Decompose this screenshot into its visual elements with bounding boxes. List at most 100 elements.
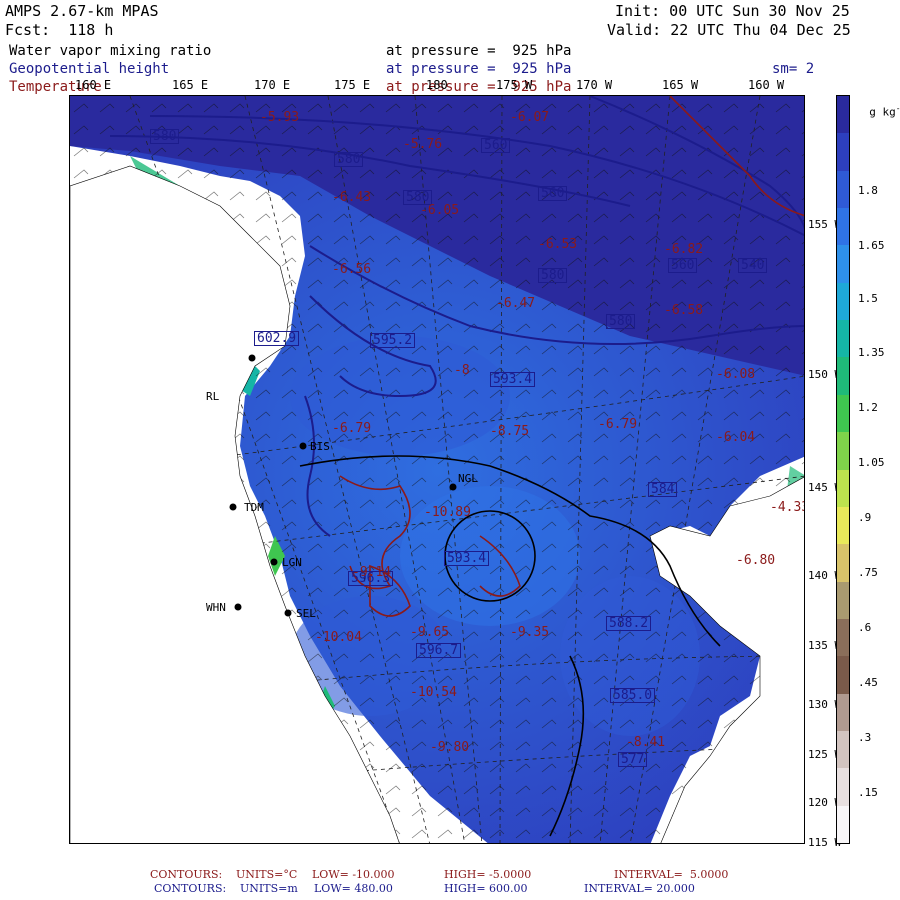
model-title: AMPS 2.67-km MPAS xyxy=(5,2,159,20)
colorbar-segment xyxy=(837,170,849,209)
init-time: Init: 00 UTC Sun 30 Nov 25 xyxy=(615,2,850,20)
colorbar-label: 1.65 xyxy=(858,239,885,252)
footer-temp-units: UNITS=°C xyxy=(236,868,298,881)
temperature-label: -6.82 xyxy=(664,242,704,257)
footer-temp-label: CONTOURS: xyxy=(150,868,223,881)
lon-label: 180 xyxy=(426,78,448,92)
colorbar-segment xyxy=(837,469,849,508)
temperature-label: -6.79 xyxy=(598,417,638,432)
colorbar-label: .75 xyxy=(858,566,878,579)
footer-height-units: UNITS=m xyxy=(240,882,298,895)
height-label: 580 xyxy=(150,129,180,144)
temperature-label: -6.08 xyxy=(716,367,756,382)
temperature-label: -9.80 xyxy=(430,740,470,755)
colorbar-segment xyxy=(837,432,849,470)
colorbar-unit-exp: -1 xyxy=(896,104,900,113)
smoothing-label: sm= 2 xyxy=(772,61,815,77)
colorbar-label: 1.35 xyxy=(858,346,885,359)
footer-temp-interval: INTERVAL= 5.0000 xyxy=(614,868,729,881)
lon-label: 165 W xyxy=(662,78,699,92)
colorbar-segment xyxy=(837,730,849,769)
colorbar xyxy=(836,95,850,844)
temperature-label: -9.35 xyxy=(510,625,550,640)
colorbar-segment xyxy=(837,96,849,134)
temperature-label: -9.14 xyxy=(352,565,392,580)
colorbar-segment xyxy=(837,618,849,657)
colorbar-label: .3 xyxy=(858,731,872,744)
lon-label: 175 E xyxy=(334,78,371,92)
lon-label: 160 W xyxy=(748,78,785,92)
colorbar-segment xyxy=(837,693,849,732)
colorbar-segment xyxy=(837,133,849,172)
height-label: 588.2 xyxy=(606,616,652,631)
height-label: 585.0 xyxy=(610,688,656,703)
temperature-label: -6.56 xyxy=(332,262,372,277)
footer-height-low: LOW= 480.00 xyxy=(314,882,393,895)
colorbar-label: .9 xyxy=(858,511,872,524)
colorbar-segment xyxy=(837,320,849,358)
lon-label: 165 E xyxy=(172,78,209,92)
lon-label: 175 W xyxy=(496,78,533,92)
station-label: BIS xyxy=(310,440,330,453)
colorbar-segment xyxy=(837,656,849,695)
height-label: 602.9 xyxy=(254,331,300,346)
field-height-name: Geopotential height xyxy=(9,61,170,77)
colorbar-segment xyxy=(837,208,849,246)
field-height-level: at pressure = 925 hPa xyxy=(386,61,572,77)
temperature-label: -5.93 xyxy=(260,110,300,125)
colorbar-segment xyxy=(837,394,849,433)
field-mixing-ratio-level: at pressure = 925 hPa xyxy=(386,43,572,59)
temperature-label: -8.75 xyxy=(490,424,530,439)
lon-label: 170 E xyxy=(254,78,291,92)
temperature-label: -10.04 xyxy=(315,630,362,645)
colorbar-segment xyxy=(837,581,849,620)
lon-label: 160 E xyxy=(75,78,112,92)
height-label: 596.7 xyxy=(416,643,462,658)
footer-height-interval: INTERVAL= 20.000 xyxy=(584,882,695,895)
temperature-label: -6.04 xyxy=(716,430,756,445)
temperature-label: -8.41 xyxy=(626,735,666,750)
station-label: WHN xyxy=(206,601,226,614)
colorbar-segment xyxy=(837,506,849,545)
height-label: 560 xyxy=(481,138,511,153)
forecast-hour: Fcst: 118 h xyxy=(5,21,114,39)
colorbar-label: 1.5 xyxy=(858,292,878,305)
temperature-label: -4.33 xyxy=(770,500,804,515)
height-label: 593.4 xyxy=(490,372,536,387)
map-panel: 580 580 580 560 560 580 560 540 580 595.… xyxy=(69,95,805,844)
height-label: 577 xyxy=(618,752,648,767)
temperature-label: -10.54 xyxy=(410,685,457,700)
height-label: 595.2 xyxy=(370,333,416,348)
height-label: 540 xyxy=(738,258,768,273)
temperature-label: -6.47 xyxy=(496,296,536,311)
lon-label: 170 W xyxy=(576,78,613,92)
height-label: 580 xyxy=(606,314,636,329)
temperature-label: -8 xyxy=(454,363,470,378)
field-temperature-level: at pressure = 925 hPa xyxy=(386,79,572,95)
footer-temp-low: LOW= -10.000 xyxy=(312,868,395,881)
colorbar-segment xyxy=(837,544,849,583)
height-label: 560 xyxy=(538,186,568,201)
height-label: 580 xyxy=(334,152,364,167)
temperature-label: -6.05 xyxy=(420,203,460,218)
colorbar-unit-text: g kg xyxy=(869,105,896,119)
colorbar-segment xyxy=(837,768,849,807)
footer-height-high: HIGH= 600.00 xyxy=(444,882,528,895)
field-mixing-ratio-name: Water vapor mixing ratio xyxy=(9,43,212,59)
colorbar-unit: g kg-1 xyxy=(856,94,900,118)
colorbar-label: .15 xyxy=(858,786,878,799)
station-label: TDM xyxy=(244,501,264,514)
colorbar-segment xyxy=(837,357,849,396)
valid-time: Valid: 22 UTC Thu 04 Dec 25 xyxy=(607,21,851,39)
colorbar-label: .6 xyxy=(858,621,872,634)
station-label: RL xyxy=(206,390,220,403)
station-label: LGN xyxy=(282,556,302,569)
temperature-label: -6.43 xyxy=(332,190,372,205)
height-label: 560 xyxy=(668,258,698,273)
temperature-label: -6.79 xyxy=(332,421,372,436)
temperature-label: -6.58 xyxy=(664,303,704,318)
footer-height-label: CONTOURS: xyxy=(154,882,227,895)
station-label: SEL xyxy=(296,607,316,620)
height-label: 593.4 xyxy=(444,551,490,566)
temperature-label: -9.65 xyxy=(410,625,450,640)
